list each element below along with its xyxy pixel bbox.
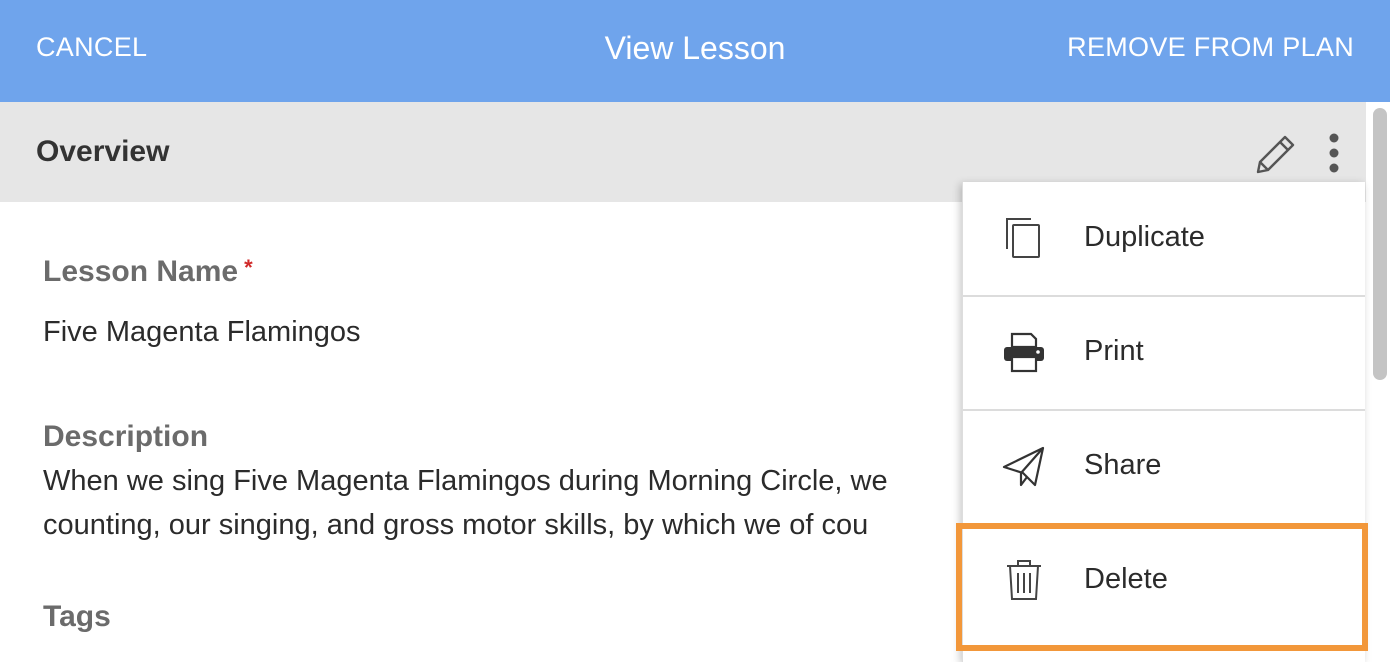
lesson-name-value: Five Magenta Flamingos [43, 316, 361, 348]
menu-item-label: Duplicate [1084, 221, 1205, 253]
printer-icon [1001, 329, 1047, 375]
lesson-name-label-text: Lesson Name [43, 255, 239, 288]
menu-item-label: Print [1084, 335, 1144, 367]
kebab-menu-icon[interactable] [1318, 132, 1350, 176]
tags-label: Tags [43, 600, 111, 633]
duplicate-icon [1001, 215, 1047, 261]
menu-item-duplicate[interactable]: Duplicate [963, 182, 1365, 297]
menu-item-label: Share [1084, 449, 1162, 481]
section-title: Overview [36, 135, 170, 168]
top-bar: CANCEL View Lesson REMOVE FROM PLAN [0, 0, 1390, 102]
scrollbar-thumb[interactable] [1373, 108, 1387, 380]
description-line-1: When we sing Five Magenta Flamingos duri… [43, 465, 888, 497]
app-root: CANCEL View Lesson REMOVE FROM PLAN Over… [0, 0, 1390, 662]
menu-item-share[interactable]: Share [963, 410, 1365, 525]
pencil-icon[interactable] [1250, 132, 1298, 176]
menu-item-print[interactable]: Print [963, 296, 1365, 411]
trash-icon [1001, 557, 1047, 603]
lesson-name-label: Lesson Name * [43, 255, 253, 289]
description-label: Description [43, 420, 209, 453]
overflow-menu: Duplicate Print Share Delete [962, 182, 1365, 662]
paper-plane-icon [1001, 443, 1047, 489]
required-marker: * [244, 255, 253, 280]
remove-from-plan-button[interactable]: REMOVE FROM PLAN [1067, 32, 1354, 63]
description-line-2: counting, our singing, and gross motor s… [43, 509, 869, 541]
menu-item-delete[interactable]: Delete [963, 524, 1365, 637]
menu-item-label: Delete [1084, 563, 1168, 595]
